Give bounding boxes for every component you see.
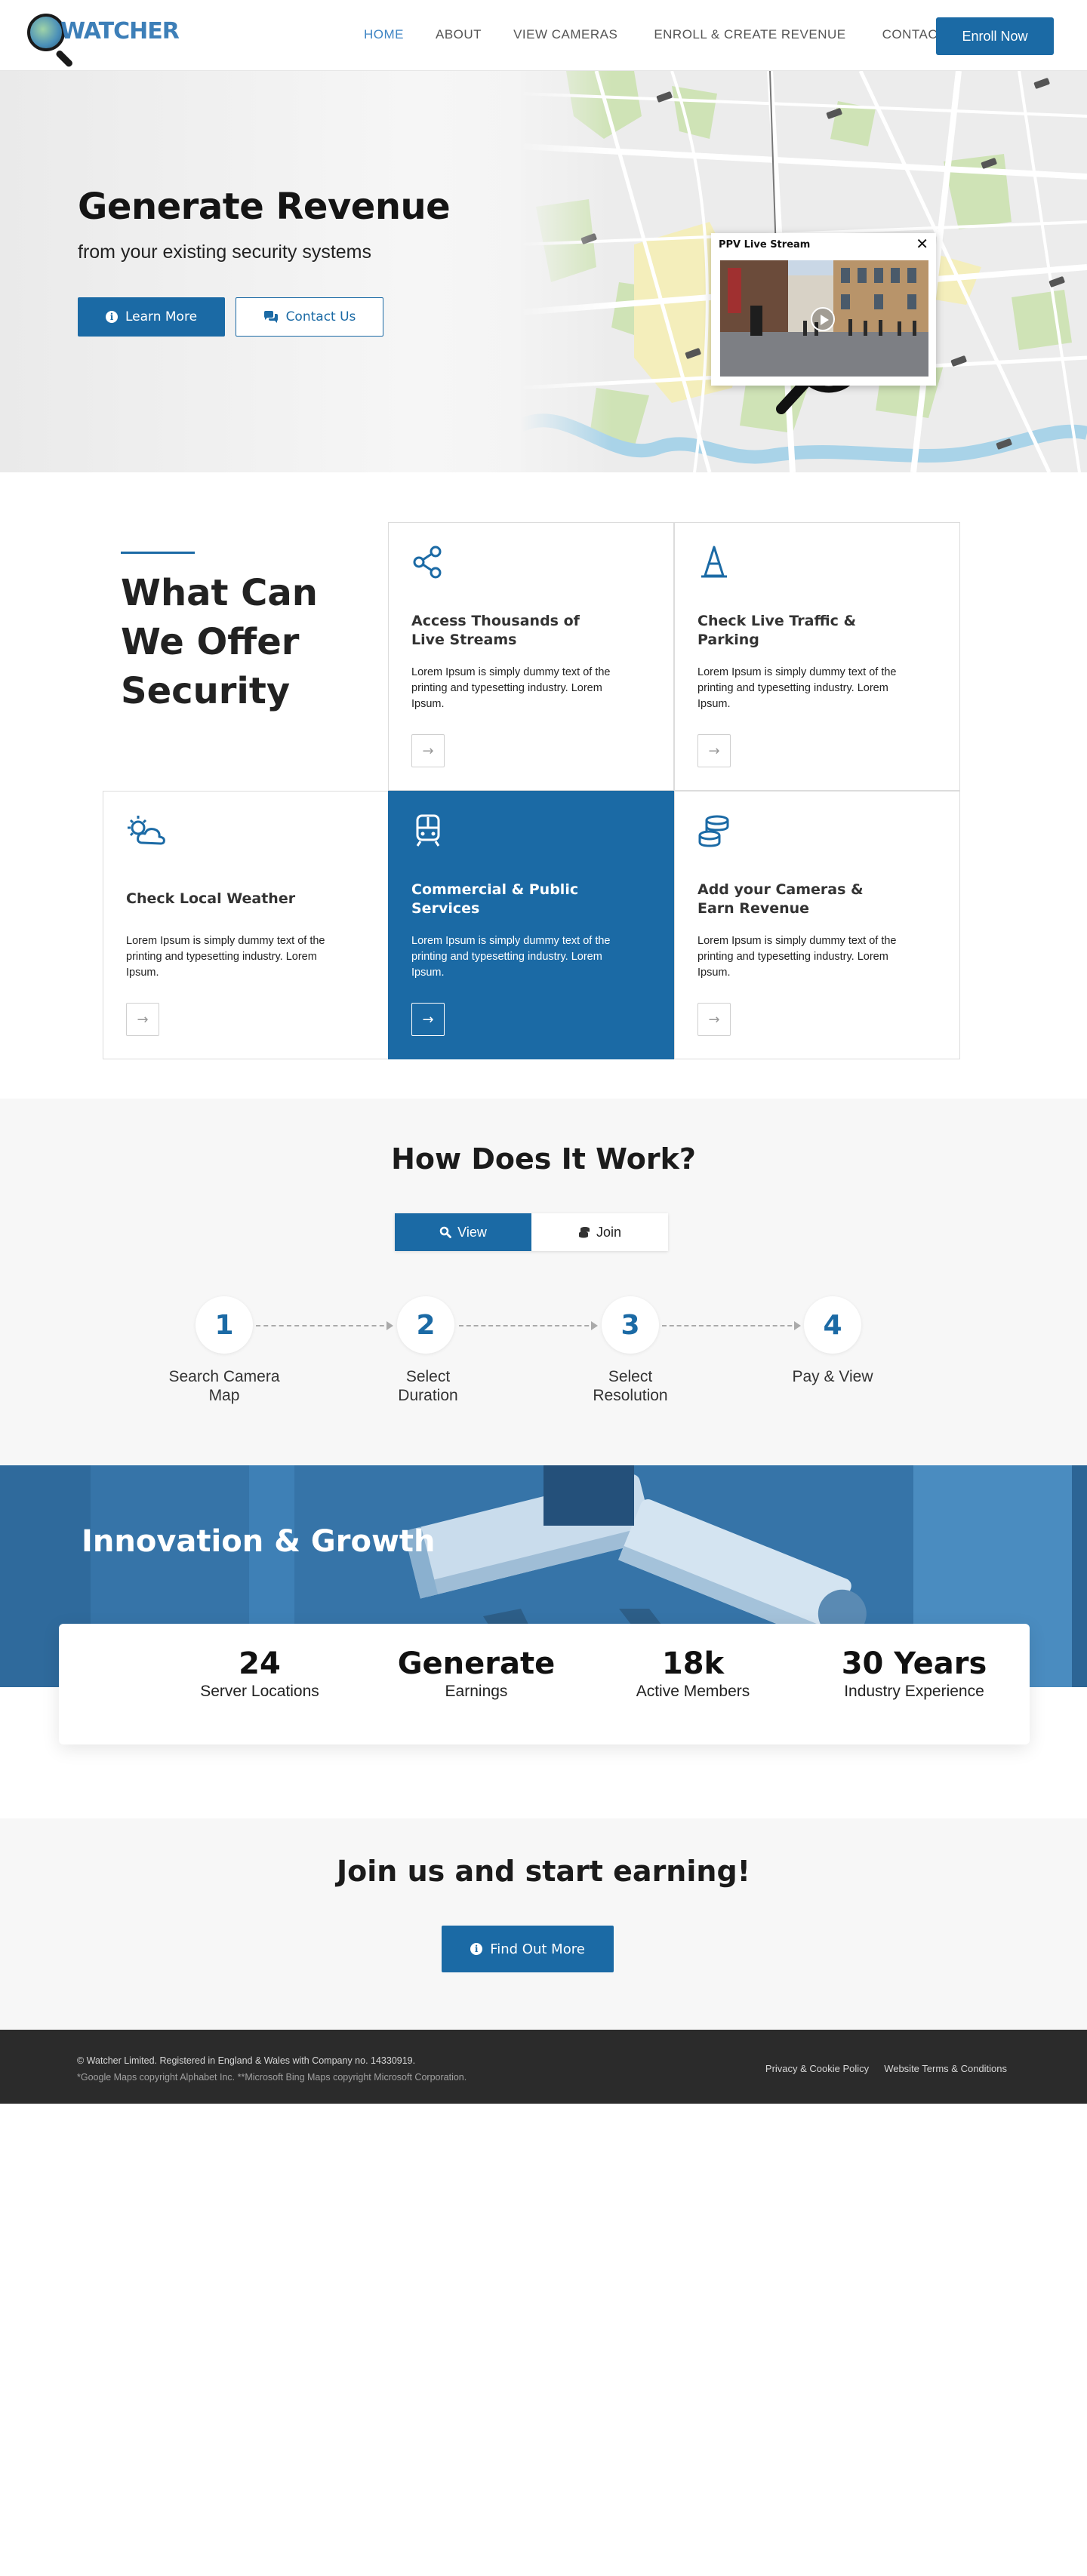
train-icon	[416, 814, 440, 847]
offer-card-title: Check Local Weather	[126, 890, 296, 907]
tab-view[interactable]: View	[395, 1213, 531, 1251]
contact-us-button[interactable]: Contact Us	[236, 297, 383, 337]
offer-card-title: Access Thousands of Live Streams	[411, 613, 580, 648]
traffic-cone-icon	[701, 546, 727, 578]
hero-title: Generate Revenue	[78, 186, 451, 228]
how-title: How Does It Work?	[391, 1142, 696, 1176]
stat-active-members: 18k Active Members	[580, 1646, 806, 1701]
offer-card-title: Add your Cameras & Earn Revenue	[697, 881, 864, 917]
info-icon: i	[105, 311, 118, 323]
arrow-right-icon[interactable]: →	[697, 734, 731, 767]
step-number: 1	[196, 1296, 253, 1354]
heading-accent-line	[121, 552, 195, 554]
offer-card-add-cameras[interactable]: Add your Cameras & Earn Revenue Lorem Ips…	[674, 791, 960, 1059]
offer-card-title: Check Live Traffic & Parking	[697, 613, 857, 648]
offer-card-commercial-public[interactable]: Commercial & Public Services Lorem Ipsum …	[388, 791, 674, 1059]
stream-video-thumbnail[interactable]	[720, 260, 928, 377]
find-out-more-button[interactable]: i Find Out More	[442, 1926, 614, 1972]
nav-home[interactable]: HOME	[364, 27, 404, 42]
stats-card: 24 Server Locations Generate Earnings 18…	[59, 1624, 1030, 1744]
offer-card-text: Lorem Ipsum is simply dummy text of the …	[697, 666, 897, 710]
step-connector	[662, 1321, 801, 1330]
view-join-toggle: View Join	[395, 1213, 668, 1251]
site-footer: © Watcher Limited. Registered in England…	[0, 2030, 1087, 2104]
stat-label: Active Members	[636, 1683, 750, 1700]
arrow-right-icon[interactable]: →	[697, 1003, 731, 1036]
offer-heading-block: What Can We Offer Security	[121, 552, 318, 716]
arrow-right-icon[interactable]: →	[411, 1003, 445, 1036]
learn-more-button[interactable]: i Learn More	[78, 297, 225, 337]
step-connector	[459, 1321, 598, 1330]
arrow-right-icon[interactable]: →	[411, 734, 445, 767]
step-label: Select Resolution	[593, 1368, 668, 1404]
weather-icon	[128, 816, 165, 845]
enroll-now-button[interactable]: Enroll Now	[936, 17, 1054, 55]
offer-card-text: Lorem Ipsum is simply dummy text of the …	[411, 935, 611, 979]
nav-view-cameras[interactable]: VIEW CAMERAS	[513, 27, 617, 42]
info-icon: i	[470, 1943, 483, 1955]
step-number: 4	[804, 1296, 861, 1354]
footer-links: Privacy & Cookie Policy Website Terms & …	[765, 2063, 1007, 2074]
stat-value: 18k	[661, 1646, 725, 1681]
stat-label: Earnings	[445, 1683, 508, 1700]
how-it-works-section: How Does It Work? View Join 1 2 3 4 Sear…	[0, 1099, 1087, 1465]
offer-card-traffic-parking[interactable]: Check Live Traffic & Parking Lorem Ipsum …	[674, 522, 960, 791]
privacy-cookie-policy-link[interactable]: Privacy & Cookie Policy	[765, 2063, 869, 2074]
contact-us-label: Contact Us	[285, 309, 356, 324]
offer-card-text: Lorem Ipsum is simply dummy text of the …	[697, 935, 897, 979]
nav-about[interactable]: ABOUT	[436, 27, 482, 42]
step-label: Search Camera Map	[168, 1368, 280, 1404]
play-icon[interactable]	[811, 307, 835, 331]
coins-icon	[578, 1227, 590, 1238]
ppv-live-stream-card: PPV Live Stream ✕	[711, 233, 936, 386]
website-terms-link[interactable]: Website Terms & Conditions	[884, 2063, 1007, 2074]
learn-more-label: Learn More	[125, 309, 198, 324]
offer-card-local-weather[interactable]: Check Local Weather Lorem Ipsum is simpl…	[103, 791, 389, 1059]
arrow-right-icon[interactable]: →	[126, 1003, 159, 1036]
stream-card-title: PPV Live Stream	[719, 239, 811, 251]
join-title: Join us and start earning!	[337, 1855, 750, 1888]
join-section: Join us and start earning! i Find Out Mo…	[0, 1818, 1087, 2030]
site-header: WATCHER HOME ABOUT VIEW CAMERAS ENROLL &…	[0, 0, 1087, 71]
offer-heading: What Can We Offer Security	[121, 572, 318, 712]
step-label: Select Duration	[398, 1368, 458, 1404]
footer-map-copyright: *Google Maps copyright Alphabet Inc. **M…	[77, 2072, 467, 2083]
logo-text: WATCHER	[60, 18, 180, 45]
step-connector	[256, 1321, 393, 1330]
hero-section: Generate Revenue from your existing secu…	[0, 71, 1087, 472]
offer-card-live-streams[interactable]: Access Thousands of Live Streams Lorem Ip…	[388, 522, 674, 791]
chat-icon	[263, 311, 278, 323]
step-label: Pay & View	[792, 1368, 873, 1385]
step-number: 3	[602, 1296, 659, 1354]
stat-value: Generate	[397, 1646, 556, 1681]
innovation-title: Innovation & Growth	[82, 1524, 436, 1559]
share-icon	[413, 546, 442, 579]
main-nav: HOME ABOUT VIEW CAMERAS ENROLL & CREATE …	[364, 27, 946, 42]
offer-card-title: Commercial & Public Services	[411, 881, 579, 917]
stat-label: Industry Experience	[844, 1683, 984, 1700]
stat-label: Server Locations	[200, 1683, 319, 1700]
offer-card-text: Lorem Ipsum is simply dummy text of the …	[126, 935, 325, 979]
stat-server-locations: 24 Server Locations	[146, 1646, 373, 1701]
hero-subtitle: from your existing security systems	[78, 241, 371, 263]
footer-copyright: © Watcher Limited. Registered in England…	[77, 2055, 416, 2066]
tab-join[interactable]: Join	[531, 1213, 668, 1251]
watcher-logo[interactable]: WATCHER	[27, 12, 180, 69]
offer-card-text: Lorem Ipsum is simply dummy text of the …	[411, 666, 611, 710]
stat-industry-experience: 30 Years Industry Experience	[801, 1646, 1027, 1701]
magnifier-logo-icon	[27, 14, 65, 51]
search-icon	[439, 1226, 452, 1238]
find-out-more-label: Find Out More	[490, 1941, 585, 1957]
stat-value: 30 Years	[841, 1646, 987, 1681]
close-icon[interactable]: ✕	[916, 236, 928, 251]
nav-enroll-create-revenue[interactable]: ENROLL & CREATE REVENUE	[654, 27, 845, 42]
stat-earnings: Generate Earnings	[363, 1646, 590, 1701]
coins-icon	[698, 815, 729, 847]
stat-value: 24	[239, 1646, 281, 1681]
step-number: 2	[397, 1296, 454, 1354]
